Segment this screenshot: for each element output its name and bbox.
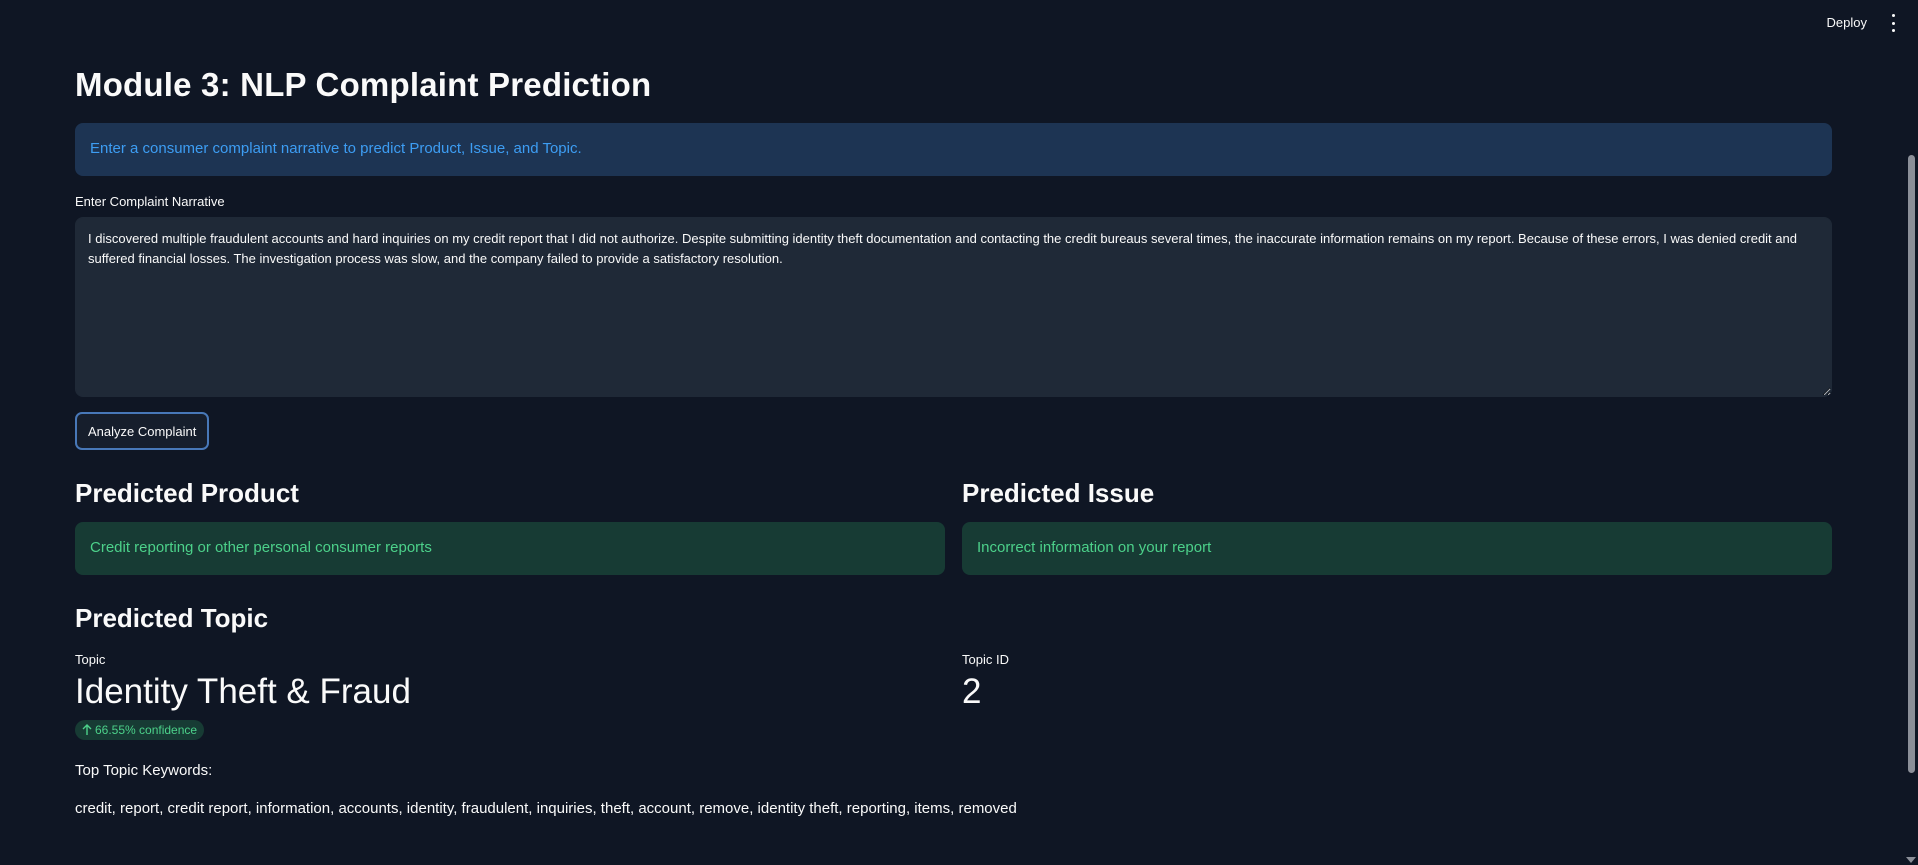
kebab-menu-icon[interactable] [1888, 14, 1898, 32]
confidence-delta-badge: 66.55% confidence [75, 720, 205, 740]
kebab-dot [1891, 29, 1895, 32]
analyze-complaint-button[interactable]: Analyze Complaint [75, 412, 210, 450]
arrow-up-icon [82, 724, 92, 735]
predicted-issue-heading: Predicted Issue [962, 478, 1155, 508]
predicted-topic-heading: Predicted Topic [75, 603, 269, 633]
confidence-text: 66.55% confidence [95, 723, 198, 737]
narrative-label: Enter Complaint Narrative [75, 194, 225, 209]
scrollbar-thumb[interactable] [1908, 155, 1915, 773]
predicted-issue-alert: Incorrect information on your report [962, 522, 1832, 575]
kebab-dot [1891, 14, 1895, 17]
keywords-heading: Top Topic Keywords: [75, 762, 213, 779]
page-title: Module 3: NLP Complaint Prediction [75, 66, 652, 103]
keywords-list: credit, report, credit report, informati… [75, 800, 1017, 817]
topic-id-metric-value: 2 [962, 672, 982, 711]
app-root: Deploy Module 3: NLP Complaint Predictio… [0, 0, 1918, 865]
topic-metric-label: Topic [75, 652, 106, 667]
scroll-down-arrow-icon[interactable] [1906, 857, 1916, 863]
predicted-product-alert: Credit reporting or other personal consu… [75, 522, 945, 575]
predicted-product-heading: Predicted Product [75, 478, 299, 508]
topic-id-metric-label: Topic ID [962, 652, 1009, 667]
scrollbar[interactable] [1904, 0, 1918, 865]
complaint-narrative-textarea[interactable]: I discovered multiple fraudulent account… [75, 217, 1832, 397]
deploy-button[interactable]: Deploy [1827, 15, 1867, 30]
kebab-dot [1891, 21, 1895, 25]
topic-metric-value: Identity Theft & Fraud [75, 672, 411, 711]
info-alert: Enter a consumer complaint narrative to … [75, 123, 1832, 176]
